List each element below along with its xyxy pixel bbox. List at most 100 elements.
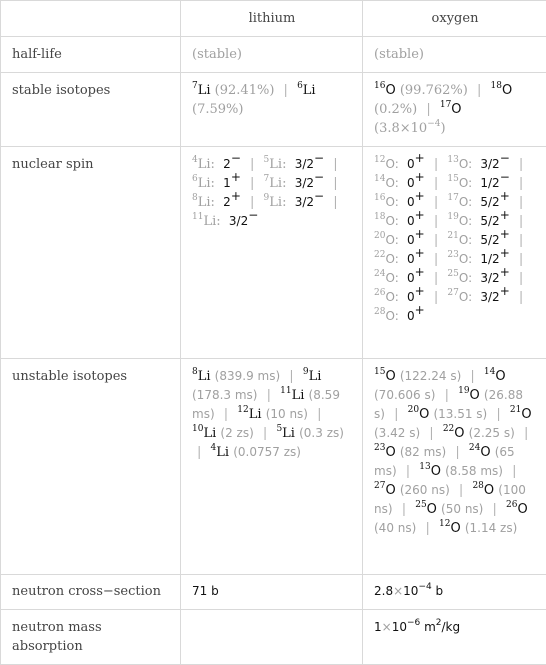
spin-value: 1/2 — [480, 252, 499, 266]
spin-value: 0 — [407, 309, 415, 323]
isotope-entry: 28O: 0+ — [374, 309, 425, 324]
separator: | — [429, 157, 443, 172]
isotope-entry: 8Li: 2+ — [192, 195, 241, 210]
element-symbol: Li: — [269, 176, 286, 191]
spin-value: 5/2 — [480, 214, 499, 228]
row-stable-isotopes: stable isotopes 7Li (92.41%) | 6Li (7.59… — [1, 73, 546, 147]
element-symbol: O: — [385, 252, 398, 266]
element-symbol: O — [484, 483, 494, 498]
separator: | — [454, 483, 468, 498]
separator: | — [389, 407, 403, 422]
parity: + — [500, 284, 510, 298]
stable-isotopes-oxygen: 16O (99.762%) | 18O (0.2%) | 17O (3.8×10… — [363, 73, 546, 147]
row-neutron-cross-section: neutron cross−section 71 b 2.8×10−4 b — [1, 575, 546, 610]
mass-number: 22 — [443, 424, 454, 434]
mass-number: 12 — [237, 405, 248, 415]
element-symbol: Li: — [269, 157, 286, 172]
separator: | — [450, 445, 464, 460]
element-symbol: O: — [385, 176, 398, 190]
mass-number: 13 — [447, 155, 458, 165]
isotope-value: (0.0757 zs) — [233, 445, 301, 459]
parity: + — [500, 189, 510, 203]
mass-number: 28 — [472, 481, 483, 491]
spin-value: 0 — [407, 157, 415, 171]
parity: + — [415, 284, 425, 298]
spin-value: 2 — [223, 157, 231, 171]
isotope-entry: 22O (2.25 s) — [443, 426, 515, 441]
element-symbol: Li — [249, 407, 262, 422]
spin-value: 0 — [407, 195, 415, 209]
parity: + — [500, 208, 510, 222]
element-symbol: O: — [459, 271, 472, 285]
separator: | — [421, 102, 435, 117]
parity: + — [415, 151, 425, 165]
separator: | — [328, 157, 342, 172]
isotope-value: (3.8×10 — [374, 121, 427, 136]
neutron-mass-absorption-lithium — [181, 610, 363, 665]
isotope-entry: 7Li (92.41%) — [192, 83, 274, 98]
element-symbol: O — [502, 83, 512, 98]
element-symbol: O: — [385, 157, 398, 171]
exponent: −6 — [407, 618, 420, 628]
parity: + — [415, 189, 425, 203]
element-symbol: O: — [459, 176, 472, 190]
separator: | — [514, 195, 528, 210]
spin-value: 3/2 — [295, 157, 314, 171]
row-label: neutron mass absorption — [1, 610, 181, 665]
isotope-value: (839.9 ms) — [215, 369, 280, 383]
isotope-entry: 13O (8.58 ms) — [419, 464, 503, 479]
separator: | — [472, 83, 486, 98]
times-sign: × — [393, 584, 403, 598]
column-header-oxygen: oxygen — [363, 1, 546, 37]
spin-value: 2 — [223, 195, 231, 209]
mass-number: 17 — [440, 100, 451, 110]
isotope-entry: 27O (260 ns) — [374, 483, 450, 498]
value-exponent: −4 — [427, 119, 440, 129]
mass-number: 20 — [374, 231, 385, 241]
separator: | — [192, 445, 206, 460]
separator: | — [514, 252, 528, 267]
spin-value: 5/2 — [480, 195, 499, 209]
parity: + — [415, 303, 425, 317]
isotope-entry: 20O (13.51 s) — [408, 407, 488, 422]
separator: | — [245, 176, 259, 191]
spin-value: 3/2 — [480, 157, 499, 171]
neutron-mass-absorption-oxygen: 1×10−6 m2/kg — [363, 610, 546, 665]
separator: | — [219, 407, 233, 422]
separator: | — [429, 195, 443, 210]
element-symbol: O: — [459, 290, 472, 304]
neutron-cross-section-oxygen: 2.8×10−4 b — [363, 575, 546, 610]
separator: | — [284, 369, 298, 384]
separator: | — [429, 290, 443, 305]
mass-number: 21 — [447, 231, 458, 241]
separator: | — [424, 426, 438, 441]
separator: | — [514, 214, 528, 229]
element-symbol: Li — [303, 83, 316, 98]
element-symbol: O — [385, 83, 395, 98]
parity: − — [314, 151, 324, 165]
element-symbol: Li: — [198, 157, 215, 172]
row-label: unstable isotopes — [1, 359, 181, 575]
separator: | — [429, 176, 443, 191]
spin-value: 0 — [407, 176, 415, 190]
spin-value: 3/2 — [480, 290, 499, 304]
element-symbol: Li: — [198, 195, 215, 210]
element-symbol: Li — [216, 445, 229, 460]
separator: | — [397, 502, 411, 517]
mass-number: 15 — [447, 174, 458, 184]
element-symbol: O: — [385, 233, 398, 247]
parity: − — [248, 208, 258, 222]
separator: | — [420, 521, 434, 536]
element-symbol: O — [454, 426, 464, 441]
element-symbol: Li — [198, 369, 211, 384]
mass-number: 24 — [374, 269, 385, 279]
isotope-value: (99.762%) — [400, 83, 468, 98]
element-symbol: O — [451, 102, 461, 117]
mass-number: 26 — [506, 500, 517, 510]
isotope-entry: 16O (99.762%) — [374, 83, 468, 98]
spin-value: 1 — [223, 176, 231, 190]
isotope-value: (0.3 zs) — [299, 426, 344, 440]
row-label: neutron cross−section — [1, 575, 181, 610]
parity: + — [500, 246, 510, 260]
spin-value: 1/2 — [480, 176, 499, 190]
